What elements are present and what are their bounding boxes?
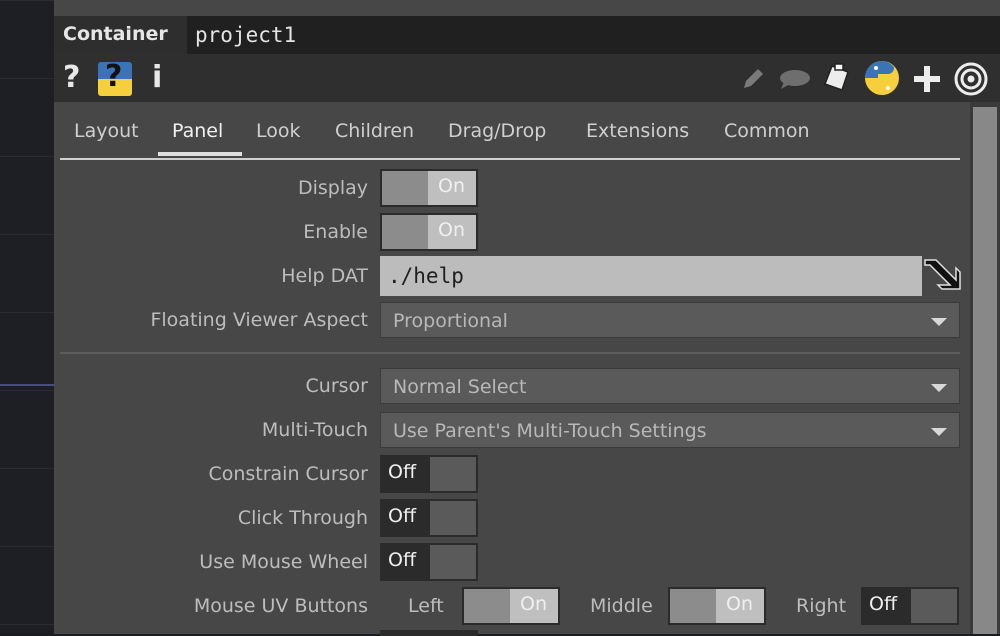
tab-look[interactable]: Look (256, 120, 301, 142)
mouse-uv-middle-label: Middle (590, 595, 653, 617)
info-icon[interactable]: i (152, 60, 162, 95)
cursor-label: Cursor (305, 375, 368, 397)
floating-viewer-aspect-label: Floating Viewer Aspect (150, 309, 368, 331)
dropdown-arrow-icon (931, 428, 947, 436)
click-through-label: Click Through (237, 507, 368, 529)
floating-viewer-aspect-value: Proportional (393, 310, 508, 332)
constrain-cursor-label: Constrain Cursor (208, 463, 368, 485)
panel-header: Container project1 (54, 16, 1000, 54)
mouse-uv-left-label: Left (408, 595, 444, 617)
pencil-icon[interactable] (740, 66, 766, 92)
cursor-value: Normal Select (393, 376, 527, 398)
mouse-uv-left-value: On (520, 593, 547, 615)
network-wire (0, 384, 54, 386)
tab-drag-drop[interactable]: Drag/Drop (448, 120, 546, 142)
click-through-value: Off (388, 505, 417, 527)
help-dat-label: Help DAT (281, 265, 368, 287)
enable-label: Enable (303, 221, 368, 243)
operator-type: Container (63, 23, 168, 45)
mouse-uv-buttons-label: Mouse UV Buttons (193, 595, 368, 617)
parameter-content: Layout Panel Look Children Drag/Drop Ext… (54, 102, 970, 636)
clipboard-icon[interactable] (822, 62, 854, 94)
constrain-cursor-value: Off (388, 461, 417, 483)
network-background (0, 0, 54, 634)
constrain-cursor-toggle[interactable]: Off (380, 455, 478, 493)
python-icon[interactable] (864, 60, 900, 96)
mouse-uv-right-toggle[interactable]: Off (861, 587, 959, 625)
use-mouse-wheel-label: Use Mouse Wheel (199, 551, 368, 573)
operator-help-icon[interactable]: ? (98, 59, 132, 96)
dropdown-arrow-icon (931, 318, 947, 326)
display-toggle[interactable]: On (380, 169, 478, 207)
cursor-select[interactable]: Normal Select (380, 368, 960, 404)
use-mouse-wheel-toggle[interactable]: Off (380, 543, 478, 581)
mouse-uv-right-label: Right (796, 595, 847, 617)
operator-name-field[interactable]: project1 (187, 16, 1000, 54)
section-divider (60, 352, 960, 354)
comment-icon[interactable] (778, 68, 812, 90)
help-dat-field[interactable]: ./help (380, 256, 922, 296)
click-through-toggle[interactable]: Off (380, 499, 478, 537)
multi-touch-label: Multi-Touch (261, 419, 368, 441)
parameter-panel: Container project1 ? ? i Layout Panel Lo… (54, 0, 1000, 636)
multi-touch-value: Use Parent's Multi-Touch Settings (393, 420, 707, 442)
display-label: Display (297, 177, 368, 199)
browse-arrow-icon[interactable] (922, 256, 962, 292)
tab-extensions[interactable]: Extensions (586, 120, 689, 142)
vertical-scrollbar[interactable] (970, 102, 1000, 634)
tab-children[interactable]: Children (335, 120, 414, 142)
mouse-uv-middle-value: On (726, 593, 753, 615)
target-icon[interactable] (954, 62, 988, 96)
next-row-toggle[interactable] (380, 630, 478, 636)
dropdown-arrow-icon (931, 384, 947, 392)
use-mouse-wheel-value: Off (388, 549, 417, 571)
mouse-uv-left-toggle[interactable]: On (462, 587, 560, 625)
mouse-uv-middle-toggle[interactable]: On (668, 587, 766, 625)
tab-common[interactable]: Common (724, 120, 810, 142)
enable-toggle[interactable]: On (380, 213, 478, 251)
icon-toolbar: ? ? i (54, 54, 1000, 102)
tab-layout[interactable]: Layout (74, 120, 139, 142)
help-icon[interactable]: ? (63, 60, 80, 95)
operator-help-glyph: ? (105, 59, 123, 94)
floating-viewer-aspect-select[interactable]: Proportional (380, 302, 960, 338)
tab-panel[interactable]: Panel (172, 120, 223, 142)
parameter-tabs: Layout Panel Look Children Drag/Drop Ext… (60, 116, 960, 160)
display-value: On (438, 175, 465, 197)
enable-value: On (438, 219, 465, 241)
multi-touch-select[interactable]: Use Parent's Multi-Touch Settings (380, 412, 960, 448)
mouse-uv-right-value: Off (869, 593, 898, 615)
scrollbar-thumb[interactable] (973, 107, 997, 634)
add-icon[interactable] (912, 64, 942, 94)
active-tab-indicator (158, 152, 242, 156)
